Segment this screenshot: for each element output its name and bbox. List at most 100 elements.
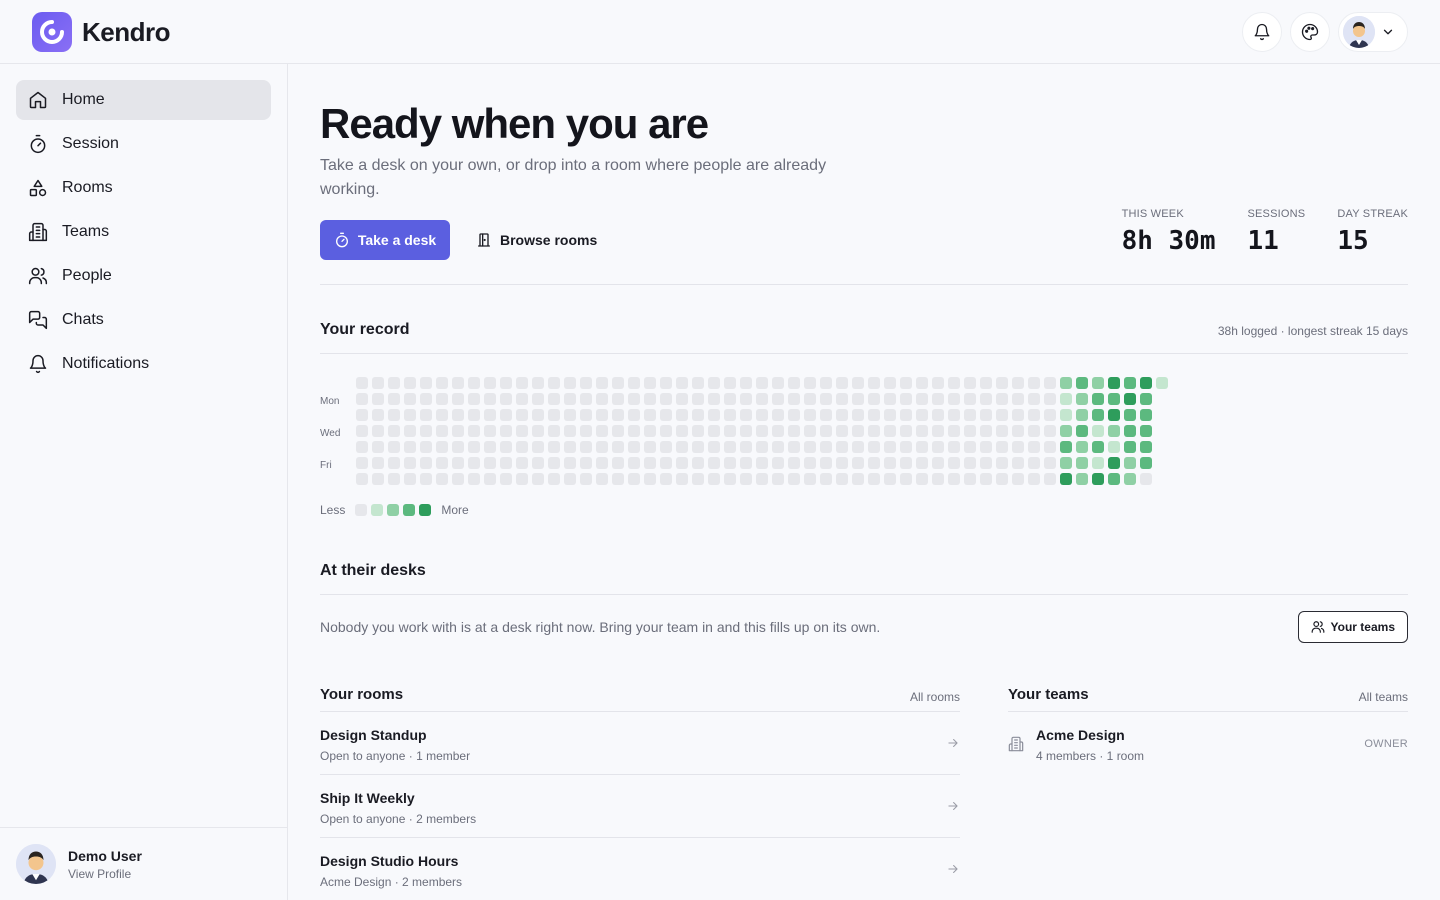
take-desk-button[interactable]: Take a desk xyxy=(320,220,450,260)
chevron-down-icon xyxy=(1383,29,1393,35)
heatmap-cell xyxy=(596,377,608,389)
heatmap-cell xyxy=(404,457,416,469)
view-profile-link[interactable]: View Profile xyxy=(68,867,142,881)
heatmap-cell xyxy=(372,441,384,453)
team-row[interactable]: Acme Design 4 members · 1 room OWNER xyxy=(1008,712,1408,775)
sidebar-item-teams[interactable]: Teams xyxy=(16,212,271,252)
heatmap-cell xyxy=(468,457,480,469)
top-bar: Kendro xyxy=(0,0,1440,64)
heatmap-cell xyxy=(1124,473,1136,485)
heatmap-cell xyxy=(404,473,416,485)
sidebar-item-home[interactable]: Home xyxy=(16,80,271,120)
heatmap-cell xyxy=(980,377,992,389)
heatmap-cell xyxy=(932,409,944,421)
heatmap-cell xyxy=(580,473,592,485)
room-row[interactable]: Ship It Weekly Open to anyone · 2 member… xyxy=(320,775,960,838)
heatmap-cell xyxy=(580,409,592,421)
heatmap-cell xyxy=(548,409,560,421)
day-label-fri: Fri xyxy=(320,460,332,471)
heatmap-cell xyxy=(1060,377,1072,389)
heatmap-cell xyxy=(964,441,976,453)
heatmap-cell xyxy=(596,409,608,421)
browse-rooms-button[interactable]: Browse rooms xyxy=(466,220,607,260)
heatmap-cell xyxy=(436,409,448,421)
heatmap-cell xyxy=(436,425,448,437)
user-menu-button[interactable] xyxy=(1338,12,1408,52)
heatmap-cell xyxy=(740,409,752,421)
heatmap-cell xyxy=(868,393,880,405)
heatmap-cell xyxy=(628,425,640,437)
sidebar-item-notifications[interactable]: Notifications xyxy=(16,344,271,384)
sidebar-item-people[interactable]: People xyxy=(16,256,271,296)
heatmap-cell xyxy=(916,441,928,453)
heatmap-cell xyxy=(452,441,464,453)
brand[interactable]: Kendro xyxy=(32,12,171,52)
all-teams-link[interactable]: All teams xyxy=(1359,690,1408,704)
stat-label: SESSIONS xyxy=(1247,208,1306,220)
heatmap-cell xyxy=(356,473,368,485)
stats-summary: THIS WEEK 8h 30m SESSIONS 11 DAY STREAK … xyxy=(1122,208,1408,256)
heatmap-cell xyxy=(692,441,704,453)
heatmap-cell xyxy=(548,441,560,453)
heatmap-cell xyxy=(468,441,480,453)
heatmap-cell xyxy=(532,457,544,469)
heatmap-cell xyxy=(1140,377,1152,389)
heatmap-cell xyxy=(948,457,960,469)
heatmap-cell xyxy=(372,393,384,405)
room-row[interactable]: Design Studio Hours Acme Design · 2 memb… xyxy=(320,838,960,900)
team-role-badge: OWNER xyxy=(1364,738,1408,750)
heatmap-cell xyxy=(644,377,656,389)
heatmap-cell xyxy=(1108,409,1120,421)
heatmap-cell xyxy=(804,409,816,421)
heatmap-cell xyxy=(1044,409,1056,421)
all-rooms-link[interactable]: All rooms xyxy=(910,690,960,704)
heatmap-cell xyxy=(1092,377,1104,389)
heatmap-cell xyxy=(724,473,736,485)
heatmap-cell xyxy=(932,457,944,469)
day-label-mon: Mon xyxy=(320,396,340,407)
heatmap-cell xyxy=(852,425,864,437)
heatmap-cell xyxy=(788,393,800,405)
notifications-button[interactable] xyxy=(1242,12,1282,52)
heatmap-cell xyxy=(948,393,960,405)
divider xyxy=(320,353,1408,354)
sidebar: Home Session Rooms Teams People Chats No… xyxy=(0,64,288,900)
sidebar-item-rooms[interactable]: Rooms xyxy=(16,168,271,208)
heatmap-cell xyxy=(836,393,848,405)
legend-swatch xyxy=(419,504,432,516)
heatmap-cell xyxy=(516,377,528,389)
heatmap-cell xyxy=(436,393,448,405)
heatmap-cell xyxy=(1076,393,1088,405)
heatmap-cell xyxy=(708,457,720,469)
sidebar-item-label: Teams xyxy=(62,223,110,240)
theme-button[interactable] xyxy=(1290,12,1330,52)
heatmap-cell xyxy=(964,377,976,389)
heatmap-cell xyxy=(548,425,560,437)
sidebar-item-chats[interactable]: Chats xyxy=(16,300,271,340)
bell-icon xyxy=(1254,23,1270,41)
sidebar-profile[interactable]: Demo User View Profile xyxy=(0,827,287,900)
heatmap-cell xyxy=(452,393,464,405)
sidebar-item-label: Home xyxy=(62,91,105,108)
heatmap-cell xyxy=(660,393,672,405)
heatmap-cell xyxy=(756,457,768,469)
your-teams-button[interactable]: Your teams xyxy=(1297,611,1408,643)
heatmap-cell xyxy=(724,393,736,405)
heatmap-cell xyxy=(740,457,752,469)
heatmap-cell xyxy=(388,393,400,405)
heatmap-cell xyxy=(564,473,576,485)
heatmap-cell xyxy=(852,393,864,405)
heatmap-cell xyxy=(1060,473,1072,485)
record-meta: 38h logged · longest streak 15 days xyxy=(1217,324,1408,338)
heatmap-cell xyxy=(644,441,656,453)
heatmap-cell xyxy=(548,393,560,405)
page-title: Ready when you are xyxy=(320,100,709,147)
room-meta: Acme Design · 2 members xyxy=(320,875,463,889)
heatmap-cell xyxy=(628,393,640,405)
heatmap-cell xyxy=(884,457,896,469)
heatmap-cell xyxy=(628,441,640,453)
heatmap-cell xyxy=(740,377,752,389)
sidebar-item-session[interactable]: Session xyxy=(16,124,271,164)
room-row[interactable]: Design Standup Open to anyone · 1 member xyxy=(320,712,960,775)
heatmap-cell xyxy=(580,441,592,453)
